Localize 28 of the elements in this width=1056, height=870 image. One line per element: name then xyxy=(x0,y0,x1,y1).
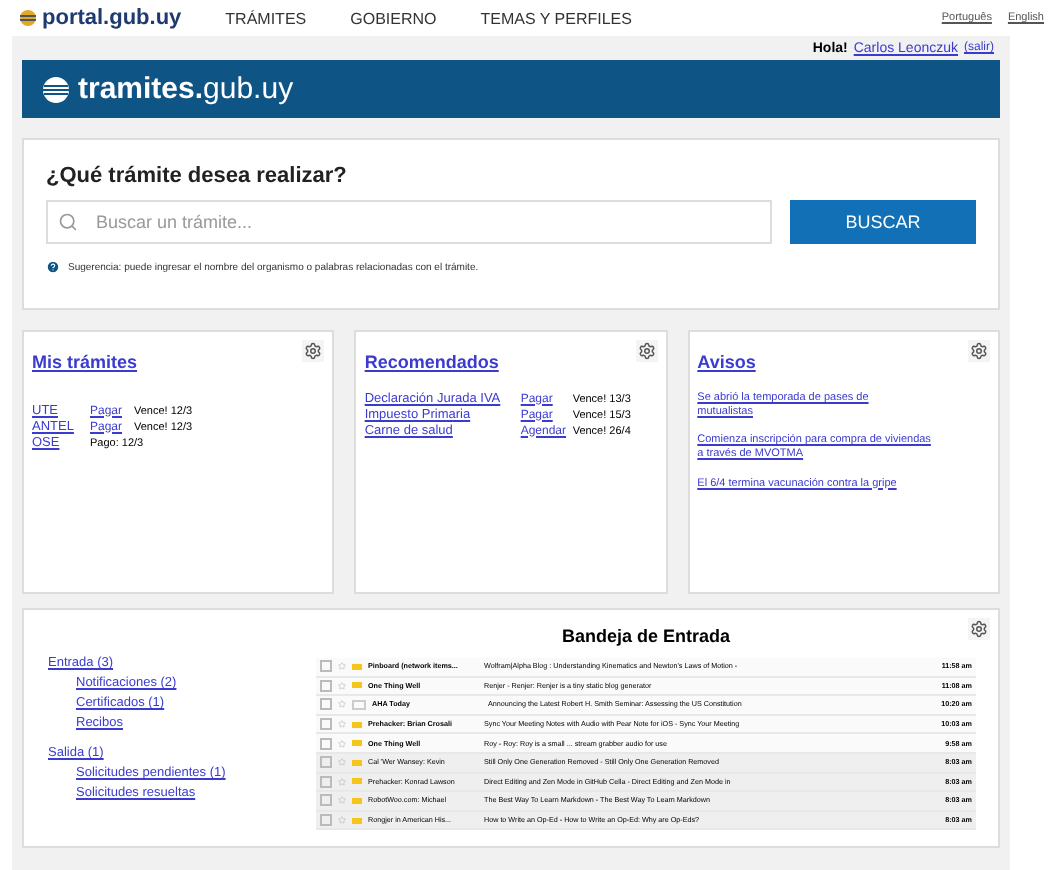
search-icon xyxy=(58,212,78,232)
help-icon xyxy=(46,260,60,274)
checkbox-icon xyxy=(320,737,332,750)
settings-icon[interactable] xyxy=(967,340,990,362)
search-button[interactable]: BUSCAR xyxy=(790,200,976,244)
globe-icon xyxy=(42,75,70,103)
globe-icon xyxy=(20,10,36,26)
search-heading: ¿Qué trámite desea realizar? xyxy=(46,164,349,188)
nav-link[interactable]: TRÁMITES xyxy=(225,9,307,27)
inbox-title: Bandeja de Entrada xyxy=(561,626,731,646)
checkbox-icon xyxy=(320,756,332,769)
site-title: tramites.gub.uy xyxy=(78,72,294,106)
checkbox-icon xyxy=(320,718,332,731)
checkbox-icon xyxy=(320,698,332,711)
checkbox-icon xyxy=(320,660,332,673)
nav-link[interactable]: GOBIERNO xyxy=(350,9,437,27)
card-title[interactable]: Avisos xyxy=(697,352,756,372)
checkbox-icon xyxy=(320,794,332,807)
checkbox-icon xyxy=(320,775,332,788)
card-title[interactable]: Recomendados xyxy=(364,352,499,372)
nav-link[interactable]: TEMAS Y PERFILES xyxy=(480,9,632,27)
card-title[interactable]: Mis trámites xyxy=(32,352,138,372)
settings-icon[interactable] xyxy=(968,618,990,640)
checkbox-icon xyxy=(320,679,332,692)
settings-icon[interactable] xyxy=(635,340,658,362)
search-field[interactable]: Buscar un trámite... xyxy=(46,200,772,244)
settings-icon[interactable] xyxy=(302,340,325,362)
checkbox-icon xyxy=(320,814,332,827)
